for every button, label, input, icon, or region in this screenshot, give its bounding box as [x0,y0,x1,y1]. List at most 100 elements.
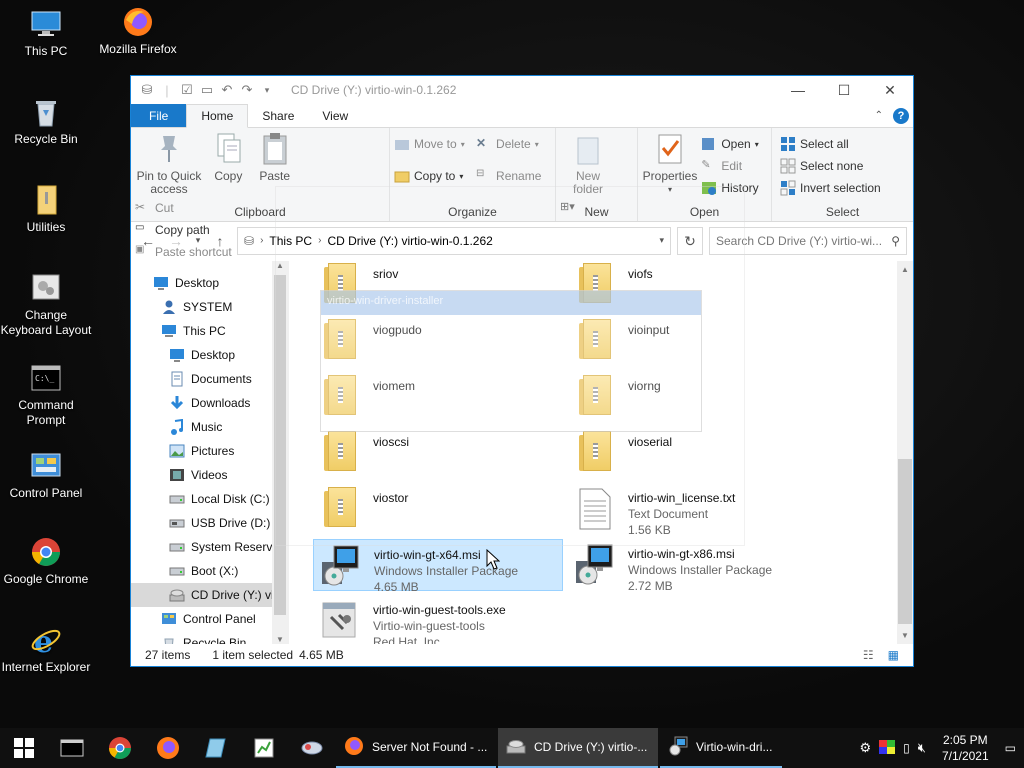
network-sharing-icon[interactable]: ⚙ [859,740,871,756]
taskbar-notepad[interactable] [192,728,240,768]
taskbar-app-button[interactable]: Virtio-win-dri... [660,728,782,768]
folder-item[interactable]: viofs [568,261,818,311]
drive-icon[interactable]: ⛁ [139,82,155,98]
taskbar-spreadsheet[interactable] [240,728,288,768]
breadcrumb-cd-drive[interactable]: CD Drive (Y:) virtio-win-0.1.262 [327,234,492,248]
tab-home[interactable]: Home [186,104,249,128]
tiles-view-icon[interactable]: ▦ [888,648,899,662]
nav-scrollbar[interactable]: ▲ ▼ [272,261,288,644]
start-button[interactable] [0,728,48,768]
folder-item[interactable]: vioscsi [313,427,563,479]
nav-scroll-thumb[interactable] [274,275,286,615]
paste-shortcut-button[interactable]: ▣ Paste shortcut [135,242,232,262]
copy-button[interactable]: Copy [206,132,250,183]
scroll-up-icon[interactable]: ▲ [272,261,288,270]
desktop-icon-utilities[interactable]: Utilities [0,184,92,235]
paste-button[interactable]: Paste [254,132,296,183]
desktop-icon-recycle-bin[interactable]: Recycle Bin [0,96,92,147]
address-bar[interactable]: ⛁ › This PC › CD Drive (Y:) virtio-win-0… [237,226,671,255]
nav-item[interactable]: Desktop [131,343,288,367]
file-item[interactable]: virtio-win-gt-x64.msi Windows Installer P… [313,539,563,594]
taskbar-network-tool[interactable] [288,728,336,768]
new-folder-button[interactable]: New folder [560,132,616,196]
nav-item[interactable]: Documents [131,367,288,391]
taskbar-firefox[interactable] [144,728,192,768]
tab-share[interactable]: Share [248,104,308,127]
folder-item[interactable]: vioserial [568,427,818,479]
undo-icon[interactable]: ↶ [219,82,235,98]
clock[interactable]: 2:05 PM 7/1/2021 [934,732,997,764]
folder-item[interactable]: viogpudo [313,315,563,367]
close-button[interactable]: ✕ [867,76,913,104]
invert-selection-button[interactable]: Invert selection [780,178,881,198]
taskbar-app-button[interactable]: CD Drive (Y:) virtio-... [498,728,658,768]
file-item[interactable]: virtio-win-guest-tools.exe Virtio-win-gue… [313,595,563,644]
speaker-muted-icon[interactable]: 🔇︎ [918,740,926,756]
properties-button[interactable]: Properties ▾ [642,132,698,196]
nav-item[interactable]: This PC [131,319,288,343]
minimize-button[interactable]: — [775,76,821,104]
color-display-icon[interactable] [879,739,896,757]
edit-button[interactable]: ✎ Edit [701,156,758,176]
nav-item[interactable]: SYSTEM [131,295,288,319]
desktop-icon-internet-explorer[interactable]: e Internet Explorer [0,624,92,675]
folder-item[interactable]: vioinput [568,315,818,367]
desktop-icon-google-chrome[interactable]: Google Chrome [0,536,92,587]
nav-item[interactable]: Music [131,415,288,439]
taskbar-chrome[interactable] [96,728,144,768]
copy-to-button[interactable]: Copy to ▾ [394,166,465,186]
nav-item[interactable]: Desktop [131,271,288,295]
breadcrumb-this-pc[interactable]: This PC [269,234,312,248]
history-button[interactable]: History [701,178,759,198]
refresh-icon[interactable]: ↻ [677,226,703,255]
maximize-button[interactable]: ☐ [821,76,867,104]
customize-chevron-icon[interactable]: ▾ [259,82,275,98]
desktop-icon-change-keyboard-layout[interactable]: Change Keyboard Layout [0,272,92,338]
nav-item[interactable]: Videos [131,463,288,487]
desktop-icon-command-prompt[interactable]: C:\_ Command Prompt [0,362,92,428]
nav-item[interactable]: System Reserve [131,535,288,559]
help-icon[interactable]: ? [893,107,909,124]
folder-item[interactable]: viorng [568,371,818,423]
scroll-up-icon[interactable]: ▲ [897,261,913,274]
open-button[interactable]: Open ▾ [701,134,759,154]
collapse-ribbon-icon[interactable]: ⌃ [875,110,883,121]
folder-item[interactable]: sriov [313,261,563,311]
content-scroll-thumb[interactable] [898,459,912,624]
folder-item[interactable]: viomem [313,371,563,423]
search-input[interactable]: Search CD Drive (Y:) virtio-wi... ⚲ [709,226,907,255]
new-folder-icon[interactable]: ▭ [199,82,215,98]
delete-button[interactable]: ✕ Delete ▾ [476,134,541,154]
nav-item[interactable]: Boot (X:) [131,559,288,583]
tab-file[interactable]: File [131,104,187,127]
nav-item[interactable]: Recycle Bin [131,631,288,644]
scroll-down-icon[interactable]: ▼ [272,635,288,644]
nav-item[interactable]: Control Panel [131,607,288,631]
tab-view[interactable]: View [308,104,362,127]
nav-item[interactable]: Local Disk (C:) [131,487,288,511]
nav-item[interactable]: Pictures [131,439,288,463]
select-all-button[interactable]: Select all [780,134,881,154]
select-none-button[interactable]: Select none [780,156,881,176]
file-item[interactable]: virtio-win_license.txt Text Document 1.56 … [568,483,818,537]
details-view-icon[interactable]: ☷ [863,648,874,662]
nav-item[interactable]: Downloads [131,391,288,415]
file-item[interactable]: virtio-win-gt-x86.msi Windows Installer P… [568,539,818,593]
taskbar-command-prompt[interactable] [48,728,96,768]
rename-button[interactable]: ⊟ Rename [476,166,541,186]
nav-item[interactable]: CD Drive (Y:) vi [131,583,288,607]
desktop-icon-this-pc[interactable]: This PC [0,8,92,59]
desktop-icon-control-panel[interactable]: Control Panel [0,450,92,501]
nav-item[interactable]: USB Drive (D:) [131,511,288,535]
properties-check-icon[interactable]: ☑ [179,82,195,98]
move-to-button[interactable]: Move to ▾ [394,134,465,154]
taskbar-app-button[interactable]: Server Not Found - ... [336,728,496,768]
content-scrollbar[interactable]: ▲ ▼ [897,261,913,644]
scroll-down-icon[interactable]: ▼ [897,631,913,640]
copy-path-button[interactable]: ▭ Copy path [135,220,232,240]
pin-quick-access-button[interactable]: Pin to Quick access [135,132,203,196]
desktop-icon-firefox[interactable]: Mozilla Firefox [92,6,184,57]
usb-device-icon[interactable]: ▯ [903,741,910,755]
folder-item[interactable]: viostor [313,483,563,535]
redo-icon[interactable]: ↷ [239,82,255,98]
